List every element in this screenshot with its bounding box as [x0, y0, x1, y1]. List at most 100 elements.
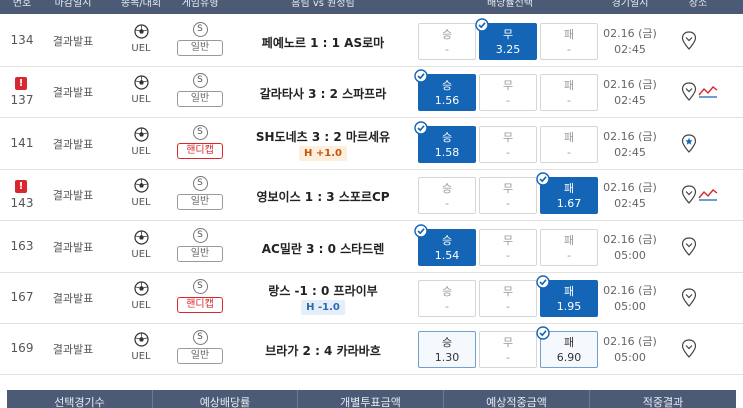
match-teams-score: 갈라타사 3 : 2 스파프라: [259, 87, 387, 102]
odds-lose-button[interactable]: 패-: [540, 23, 598, 60]
game-number-cell: 163: [0, 222, 44, 273]
odds-draw-button[interactable]: 무-: [479, 228, 537, 266]
odds-draw-button[interactable]: 무-: [479, 280, 537, 317]
status-text: 결과발표: [52, 86, 94, 100]
odds-lose-button[interactable]: 패 6.90: [536, 326, 598, 369]
match-date: 02.16 (금): [603, 27, 657, 40]
trend-chart-icon[interactable]: [698, 84, 718, 98]
odds-win-button[interactable]: 승 1.54: [414, 223, 476, 266]
odds-value: -: [506, 94, 510, 108]
s-badge-icon: S: [192, 73, 208, 89]
venue-pin-icon[interactable]: [681, 288, 697, 308]
venue-pin-icon[interactable]: [681, 185, 697, 205]
game-number: 134: [10, 33, 34, 47]
odds-value: -: [506, 351, 510, 365]
odds-win-button[interactable]: 승 1.58: [414, 121, 476, 163]
odds-lose-button[interactable]: 패-: [540, 74, 598, 112]
game-type-cell: S 일반: [174, 176, 226, 211]
summary-cell: 적중결과: [642, 396, 684, 408]
odds-value: -: [445, 43, 449, 56]
odds-draw-button[interactable]: 무-: [479, 331, 537, 369]
game-type-tag: 일반: [177, 91, 223, 108]
odds-win-button[interactable]: 승-: [418, 280, 476, 317]
match-time: 02:45: [614, 43, 646, 56]
venue-pin-icon[interactable]: [681, 339, 697, 359]
match-datetime: 02.16 (금) 05:00: [598, 232, 662, 264]
summary-cell: 예상배당률: [153, 390, 298, 408]
odds-value: 1.67: [556, 197, 582, 211]
odds-win-button[interactable]: 승-: [418, 177, 476, 215]
league-name: UEL: [131, 43, 151, 54]
status-text: 결과발표: [52, 240, 94, 254]
check-icon: [536, 326, 550, 341]
match-time: 05:00: [614, 248, 646, 262]
game-type-tag: 일반: [177, 245, 223, 262]
status-text: 결과발표: [52, 292, 94, 305]
game-type-cell: S 핸디캡: [174, 124, 226, 159]
odds-draw-button[interactable]: 무-: [479, 125, 537, 163]
game-number-cell: 141: [0, 119, 44, 170]
match-date: 02.16 (금): [603, 181, 657, 195]
table-row: 163 결과발표 UEL S 일반 AC밀란 3 : 0 스타드렌 승 1.54 무 - 패 -02.…: [0, 222, 743, 273]
venue-cell: [676, 339, 740, 363]
venue-pin-icon[interactable]: [681, 82, 697, 102]
game-type-cell: S 일반: [174, 330, 226, 365]
odds-label: 승: [441, 336, 453, 350]
trend-chart-icon[interactable]: [698, 187, 718, 201]
odds-value: -: [445, 197, 449, 211]
status-text: 결과발표: [52, 343, 94, 357]
soccer-ball-icon: [133, 127, 149, 142]
odds-label: 무: [502, 336, 514, 350]
game-type-cell: S 핸디캡: [174, 279, 226, 313]
match-datetime: 02.16 (금) 02:45: [598, 77, 662, 109]
odds-value: -: [567, 145, 571, 159]
match-teams-score: 브라가 2 : 4 카라바흐: [265, 344, 381, 359]
odds-win-button[interactable]: 승 1.56: [414, 69, 476, 112]
table-row: ! 137 결과발표 UEL S 일반 갈라타사 3 : 2 스파프라 승 1.56 무 - 패 -02…: [0, 67, 743, 119]
game-type-cell: S 일반: [174, 227, 226, 262]
odds-lose-button[interactable]: 패-: [540, 228, 598, 266]
table-header: 번호 마감일시 종목/대회 게임유형 홈팀 vs 원정팀 배당률선택 경기일시 장소: [0, 0, 743, 14]
odds-label: 패: [563, 28, 575, 41]
match-teams-score: 영보이스 1 : 3 스포르CP: [256, 190, 390, 205]
odds-win-button[interactable]: 승 1.30: [418, 331, 476, 369]
match-time: 02:45: [614, 145, 646, 159]
odds-label: 무: [502, 182, 514, 196]
s-badge-icon: S: [192, 227, 208, 243]
odds-value: -: [567, 43, 571, 56]
odds-label: 패: [563, 130, 575, 144]
odds-value: 3.25: [495, 43, 521, 56]
check-icon: [414, 121, 428, 135]
odds-lose-button[interactable]: 패 1.95: [536, 275, 598, 317]
odds-value: -: [506, 300, 510, 313]
venue-cell: [676, 31, 740, 55]
odds-win-button[interactable]: 승-: [418, 23, 476, 60]
odds-draw-button[interactable]: 무-: [479, 74, 537, 112]
league-cell: UEL: [122, 75, 160, 111]
alert-icon: !: [15, 77, 27, 91]
venue-cell: [676, 236, 740, 261]
match-datetime: 02.16 (금) 05:00: [598, 334, 662, 366]
status-text: 결과발표: [52, 137, 94, 151]
header-cell: 종목/대회: [120, 0, 162, 9]
venue-pin-icon[interactable]: [681, 236, 697, 257]
handicap-value-badge: H -1.0: [301, 300, 345, 315]
game-number: 143: [10, 196, 34, 211]
odds-lose-button[interactable]: 패 1.67: [536, 172, 598, 215]
game-type-tag: 핸디캡: [177, 297, 223, 313]
odds-lose-button[interactable]: 패-: [540, 125, 598, 163]
league-name: UEL: [131, 248, 151, 260]
odds-draw-button[interactable]: 무-: [479, 177, 537, 215]
summary-cell: 선택경기수: [7, 390, 153, 408]
match-time: 05:00: [614, 351, 646, 365]
odds-label: 패: [563, 233, 575, 247]
league-name: UEL: [131, 351, 151, 363]
venue-pin-icon[interactable]: [681, 31, 697, 51]
alert-icon: !: [15, 180, 27, 194]
s-badge-icon: S: [192, 279, 208, 294]
odds-value: 1.95: [556, 300, 582, 313]
match-teams-score: SH도네츠 3 : 2 마르세유: [255, 129, 391, 144]
league-cell: UEL: [122, 229, 160, 266]
venue-star-pin-icon[interactable]: [681, 134, 697, 154]
odds-draw-button[interactable]: 무 3.25: [475, 18, 537, 60]
